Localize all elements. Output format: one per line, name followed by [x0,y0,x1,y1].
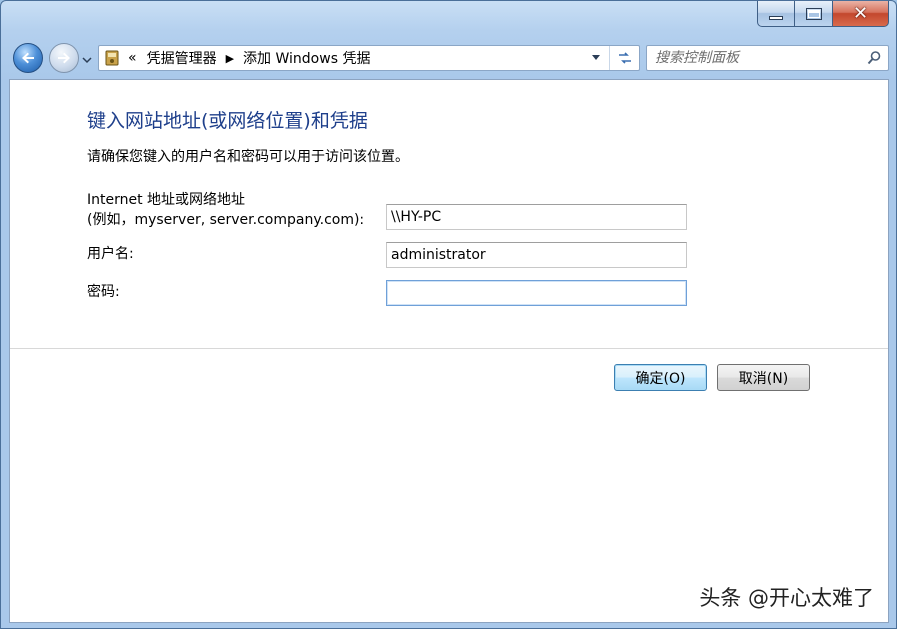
refresh-button[interactable] [609,46,639,70]
watermark: 头条 @开心太难了 [699,586,874,610]
maximize-icon [805,7,822,20]
back-arrow-icon [21,51,35,65]
refresh-icon [618,52,631,64]
address-label-line1: Internet 地址或网络地址 [87,192,246,208]
chevron-down-icon [592,55,600,60]
breadcrumb-add-windows-credential[interactable]: 添加 Windows 凭据 [243,48,370,68]
control-panel-icon [104,50,120,66]
minimize-button[interactable] [757,1,795,27]
address-label: Internet 地址或网络地址 (例如，myserver, server.co… [87,190,364,230]
maximize-button[interactable] [795,1,833,27]
page-title: 键入网站地址(或网络位置)和凭据 [87,110,368,132]
forward-button[interactable] [49,43,79,73]
network-address-field[interactable] [386,204,687,230]
search-input[interactable] [655,50,855,66]
ok-button[interactable]: 确定(O) [614,364,707,391]
recent-pages-dropdown[interactable] [82,53,92,64]
address-bar[interactable]: « 凭据管理器 ▶ 添加 Windows 凭据 [98,45,640,71]
cancel-button[interactable]: 取消(N) [717,364,810,391]
search-icon[interactable] [866,50,882,66]
address-history-dropdown[interactable] [587,46,605,70]
password-field[interactable] [386,280,687,306]
password-label: 密码: [87,284,120,300]
breadcrumb: « 凭据管理器 ▶ 添加 Windows 凭据 [128,48,370,68]
close-icon: ✕ [852,2,869,24]
username-field[interactable] [386,242,687,268]
address-label-line2: (例如，myserver, server.company.com): [87,212,365,228]
credential-window: ✕ « 凭据管理器 ▶ 添加 Windows 凭据 搜索控制面板 键入网站地址(… [0,0,897,629]
back-button[interactable] [13,43,43,73]
breadcrumb-credential-manager[interactable]: 凭据管理器 [147,48,217,68]
breadcrumb-separator-icon[interactable]: ▶ [226,52,234,65]
minimize-icon [769,15,783,20]
divider [10,348,888,349]
chevron-down-icon [82,57,92,64]
username-label: 用户名: [87,246,134,262]
close-button[interactable]: ✕ [833,1,889,27]
caption-buttons: ✕ [757,1,889,27]
search-box [646,45,889,71]
breadcrumb-overflow[interactable]: « [128,50,137,66]
content-pane: 键入网站地址(或网络位置)和凭据 请确保您键入的用户名和密码可以用于访问该位置。… [9,79,889,623]
page-description: 请确保您键入的用户名和密码可以用于访问该位置。 [87,149,409,165]
forward-arrow-icon [57,51,71,65]
